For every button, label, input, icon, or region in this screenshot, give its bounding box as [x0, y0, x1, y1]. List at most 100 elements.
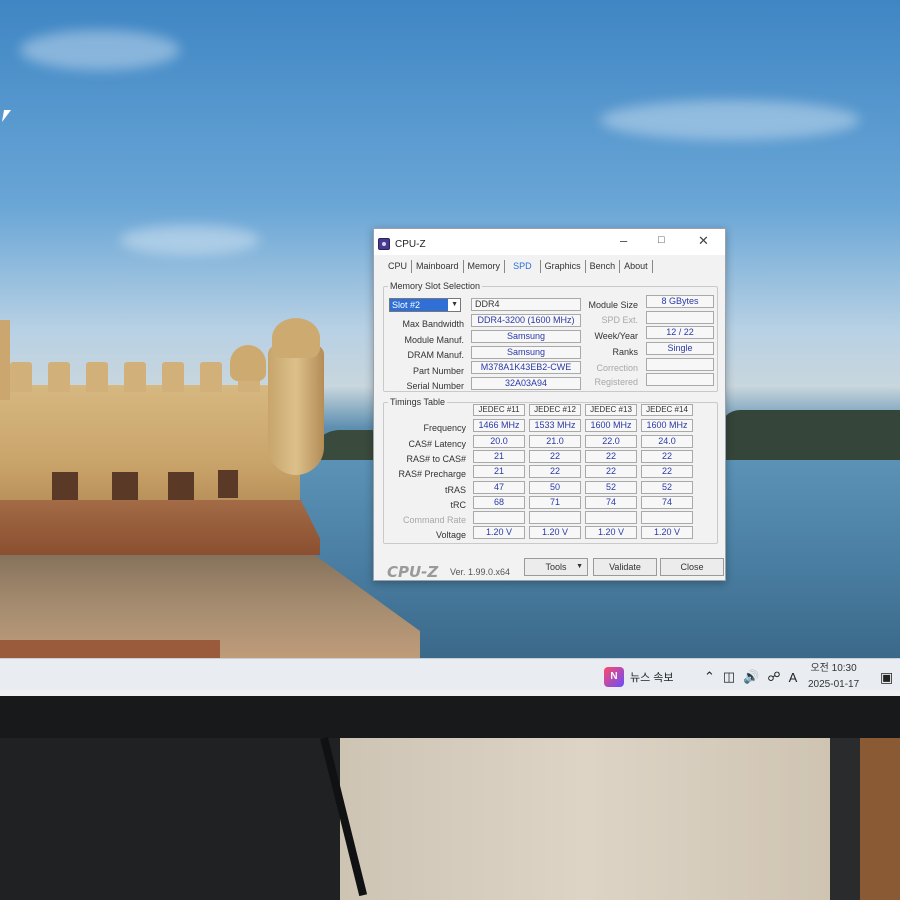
- notification-icon[interactable]: ▣: [880, 669, 893, 686]
- timing-cell: 1466 MHz: [473, 419, 525, 432]
- timing-cell: 68: [473, 496, 525, 509]
- timing-cell: 74: [585, 496, 637, 509]
- timing-column-header: JEDEC #14: [641, 404, 693, 416]
- timing-cell: [641, 511, 693, 524]
- tab-bench[interactable]: Bench: [586, 260, 621, 273]
- timing-cell: [585, 511, 637, 524]
- timing-column-header: JEDEC #12: [529, 404, 581, 416]
- timing-cell: 22: [641, 465, 693, 478]
- module-manuf-value: Samsung: [471, 330, 581, 343]
- chevron-down-icon: ▼: [451, 301, 458, 308]
- close-icon[interactable]: ✕: [698, 233, 709, 249]
- slot-select[interactable]: Slot #2 ▼: [389, 298, 461, 312]
- group-label: Timings Table: [388, 397, 448, 407]
- merlon: [200, 362, 222, 392]
- tab-cpu[interactable]: CPU: [384, 260, 413, 273]
- serial-number-label: Serial Number: [406, 381, 464, 391]
- timing-cell: 20.0: [473, 435, 525, 448]
- timing-cell: 22: [585, 465, 637, 478]
- dram-manuf-value: Samsung: [471, 346, 581, 359]
- cpuz-window: CPU-Z – □ ✕ CPU Mainboard Memory SPD Gra…: [373, 228, 726, 581]
- wifi-icon[interactable]: ☍: [767, 669, 780, 685]
- serial-number-value: 32A03A94: [471, 377, 581, 390]
- correction-value: [646, 358, 714, 371]
- fortress-window: [52, 472, 78, 500]
- window-title: CPU-Z: [395, 239, 426, 250]
- timing-row-label: tRC: [450, 500, 467, 510]
- part-number-value: M378A1K43EB2-CWE: [471, 361, 581, 374]
- version-label: Ver. 1.99.0.x64: [450, 567, 511, 577]
- spd-ext-value: [646, 311, 714, 324]
- tab-memory[interactable]: Memory: [464, 260, 506, 273]
- dram-manuf-label: DRAM Manuf.: [407, 350, 464, 360]
- monitor-stand: [830, 738, 860, 900]
- tab-about[interactable]: About: [620, 260, 653, 273]
- max-bandwidth-label: Max Bandwidth: [402, 319, 464, 329]
- tab-graphics[interactable]: Graphics: [541, 260, 586, 273]
- monitor-bezel: [0, 696, 900, 738]
- turret: [0, 320, 10, 400]
- tab-bar: CPU Mainboard Memory SPD Graphics Bench …: [384, 260, 653, 273]
- timing-row-label: RAS# Precharge: [398, 469, 466, 479]
- timing-cell: 52: [641, 481, 693, 494]
- timing-row-label: Frequency: [423, 423, 466, 433]
- tab-mainboard[interactable]: Mainboard: [412, 260, 464, 273]
- mouse-cursor-icon: [1, 110, 12, 122]
- timing-cell: 24.0: [641, 435, 693, 448]
- timing-cell: 21: [473, 465, 525, 478]
- cloud: [120, 225, 260, 255]
- network-icon[interactable]: ◫: [723, 669, 735, 685]
- timing-cell: [473, 511, 525, 524]
- module-size-value: 8 GBytes: [646, 295, 714, 308]
- timing-column-header: JEDEC #11: [473, 404, 525, 416]
- turret: [268, 345, 324, 475]
- ranks-value: Single: [646, 342, 714, 355]
- timing-row-label: tRAS: [444, 485, 466, 495]
- timing-row-label: Command Rate: [402, 515, 466, 525]
- tools-button[interactable]: Tools ▼: [524, 558, 588, 576]
- timing-cell: 74: [641, 496, 693, 509]
- part-number-label: Part Number: [412, 366, 464, 376]
- merlon: [162, 362, 184, 392]
- news-widget[interactable]: N 뉴스 속보: [604, 667, 674, 687]
- timing-cell: 21: [473, 450, 525, 463]
- cpuz-app-icon: [378, 238, 390, 250]
- news-icon: N: [604, 667, 624, 687]
- turret-dome: [272, 318, 320, 358]
- week-year-label: Week/Year: [594, 331, 638, 341]
- merlon: [10, 362, 32, 392]
- timing-row-label: Voltage: [435, 530, 466, 540]
- group-label: Memory Slot Selection: [388, 281, 483, 291]
- clock-date: 2025-01-17: [808, 679, 860, 690]
- correction-label: Correction: [596, 363, 638, 373]
- ime-indicator[interactable]: A: [789, 670, 798, 685]
- timing-row-label: RAS# to CAS#: [406, 454, 466, 464]
- cloud: [600, 100, 860, 140]
- news-label: 뉴스 속보: [630, 672, 674, 684]
- timing-cell: 1.20 V: [473, 526, 525, 539]
- clock[interactable]: 오전 10:30 2025-01-17: [808, 661, 859, 690]
- chevron-down-icon: ▼: [576, 563, 583, 570]
- tab-spd[interactable]: SPD: [505, 260, 541, 273]
- memory-type: DDR4: [471, 298, 581, 311]
- merlon: [124, 362, 146, 392]
- close-button[interactable]: Close: [660, 558, 724, 576]
- week-year-value: 12 / 22: [646, 326, 714, 339]
- minimize-icon[interactable]: –: [620, 233, 627, 248]
- desktop-screen: CPU-Z – □ ✕ CPU Mainboard Memory SPD Gra…: [0, 0, 900, 690]
- wall: [340, 738, 830, 900]
- timing-cell: 1600 MHz: [641, 419, 693, 432]
- speaker-icon[interactable]: 🔊: [743, 669, 759, 685]
- merlon: [48, 362, 70, 392]
- title-bar[interactable]: CPU-Z – □ ✕: [374, 229, 725, 255]
- fortress-window: [112, 472, 138, 500]
- fortress-window: [218, 470, 238, 498]
- chevron-up-icon[interactable]: ⌃: [704, 669, 715, 685]
- validate-button[interactable]: Validate: [593, 558, 657, 576]
- tools-label: Tools: [545, 562, 567, 572]
- cpuz-logo: CPU-Z: [387, 563, 439, 581]
- maximize-icon[interactable]: □: [658, 234, 665, 246]
- timing-cell: 71: [529, 496, 581, 509]
- timing-cell: 1.20 V: [585, 526, 637, 539]
- merlon: [86, 362, 108, 392]
